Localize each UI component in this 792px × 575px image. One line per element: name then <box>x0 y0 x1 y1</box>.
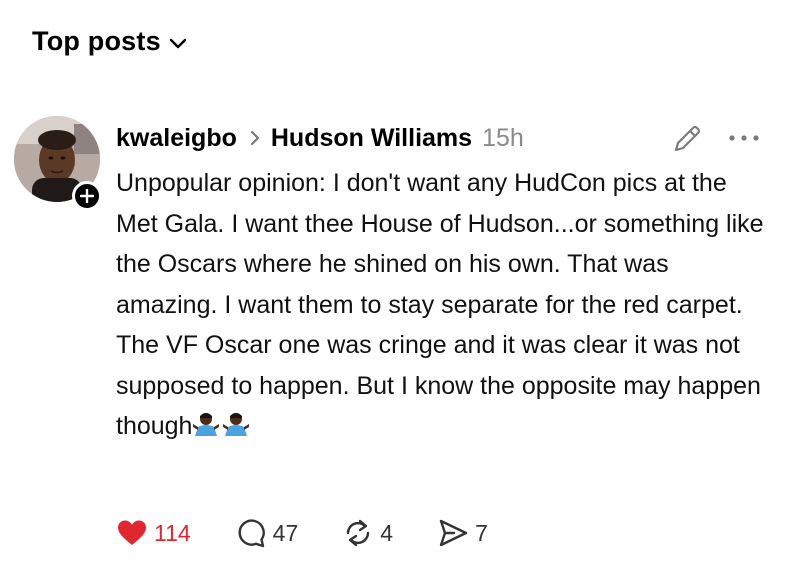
post-body: Unpopular opinion: I don't want any HudC… <box>116 163 766 447</box>
like-button[interactable]: 114 <box>116 517 191 549</box>
share-button[interactable]: 7 <box>437 517 488 549</box>
comment-button[interactable]: 47 <box>235 517 299 549</box>
share-icon <box>439 519 468 547</box>
more-icon[interactable] <box>726 132 762 144</box>
comment-count: 47 <box>272 519 299 546</box>
like-count: 114 <box>154 519 191 546</box>
username-link[interactable]: kwaleigbo <box>116 124 237 153</box>
pencil-icon[interactable] <box>670 122 704 156</box>
post-header: kwaleigbo Hudson Williams 15h <box>116 120 524 156</box>
post-timestamp: 15h <box>482 123 524 152</box>
share-count: 7 <box>475 519 488 546</box>
reply-to-link[interactable]: Hudson Williams <box>271 124 472 153</box>
repost-button[interactable]: 4 <box>342 517 393 549</box>
comment-icon <box>238 519 265 548</box>
follow-button[interactable] <box>72 181 102 211</box>
post-actions: 114 47 4 7 <box>116 515 488 551</box>
avatar-container <box>14 116 102 214</box>
heart-icon <box>118 520 146 545</box>
post-emoji <box>192 410 250 438</box>
plus-icon <box>80 189 94 203</box>
repost-icon <box>347 519 370 547</box>
shrug-emoji <box>223 413 250 436</box>
chevron-right-icon <box>250 130 259 146</box>
post: kwaleigbo Hudson Williams 15h Unpopular … <box>0 110 792 575</box>
top-posts-label: Top posts <box>32 26 161 56</box>
post-text: Unpopular opinion: I don't want any HudC… <box>116 169 764 440</box>
shrug-emoji <box>193 413 220 436</box>
repost-count: 4 <box>380 519 394 546</box>
top-posts-dropdown[interactable]: Top posts <box>32 26 187 57</box>
chevron-down-icon <box>169 38 186 48</box>
